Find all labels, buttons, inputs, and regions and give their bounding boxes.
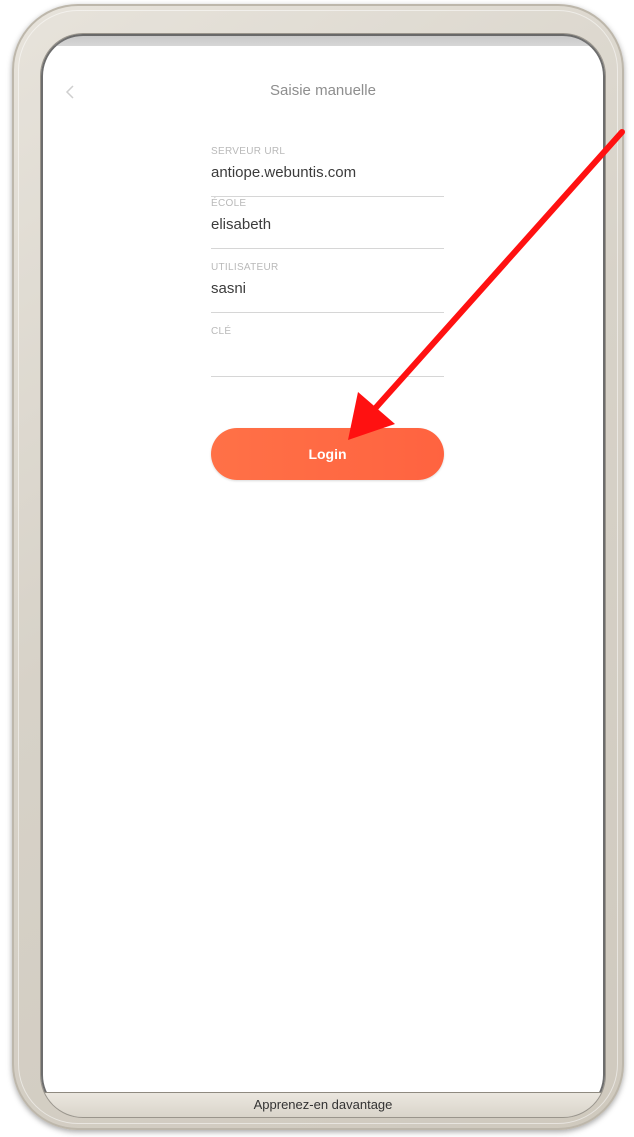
server-url-value: antiope.webuntis.com [211, 164, 357, 181]
username-value: sasni [211, 280, 247, 297]
footer-bar: Apprenez-en davantage [41, 1092, 605, 1117]
stage: Saisie manuelle SERVEUR URL antiope.webu… [0, 0, 634, 1137]
server-url-label: SERVEUR URL [211, 146, 286, 157]
page-title: Saisie manuelle [270, 82, 376, 99]
username-label: UTILISATEUR [211, 262, 279, 273]
username-field[interactable]: UTILISATEUR sasni [211, 256, 444, 313]
phone-screen: Saisie manuelle SERVEUR URL antiope.webu… [41, 34, 605, 1117]
learn-more-link[interactable]: Apprenez-en davantage [254, 1097, 393, 1112]
key-label: CLÉ [211, 326, 232, 337]
screen-top-strip [41, 34, 605, 46]
login-button-label: Login [308, 446, 347, 462]
school-field[interactable]: ÉCOLE elisabeth [211, 192, 444, 249]
school-label: ÉCOLE [211, 198, 247, 209]
school-value: elisabeth [211, 216, 272, 233]
server-url-field[interactable]: SERVEUR URL antiope.webuntis.com [211, 140, 444, 197]
key-field[interactable]: CLÉ [211, 320, 444, 377]
login-button[interactable]: Login [211, 428, 444, 480]
